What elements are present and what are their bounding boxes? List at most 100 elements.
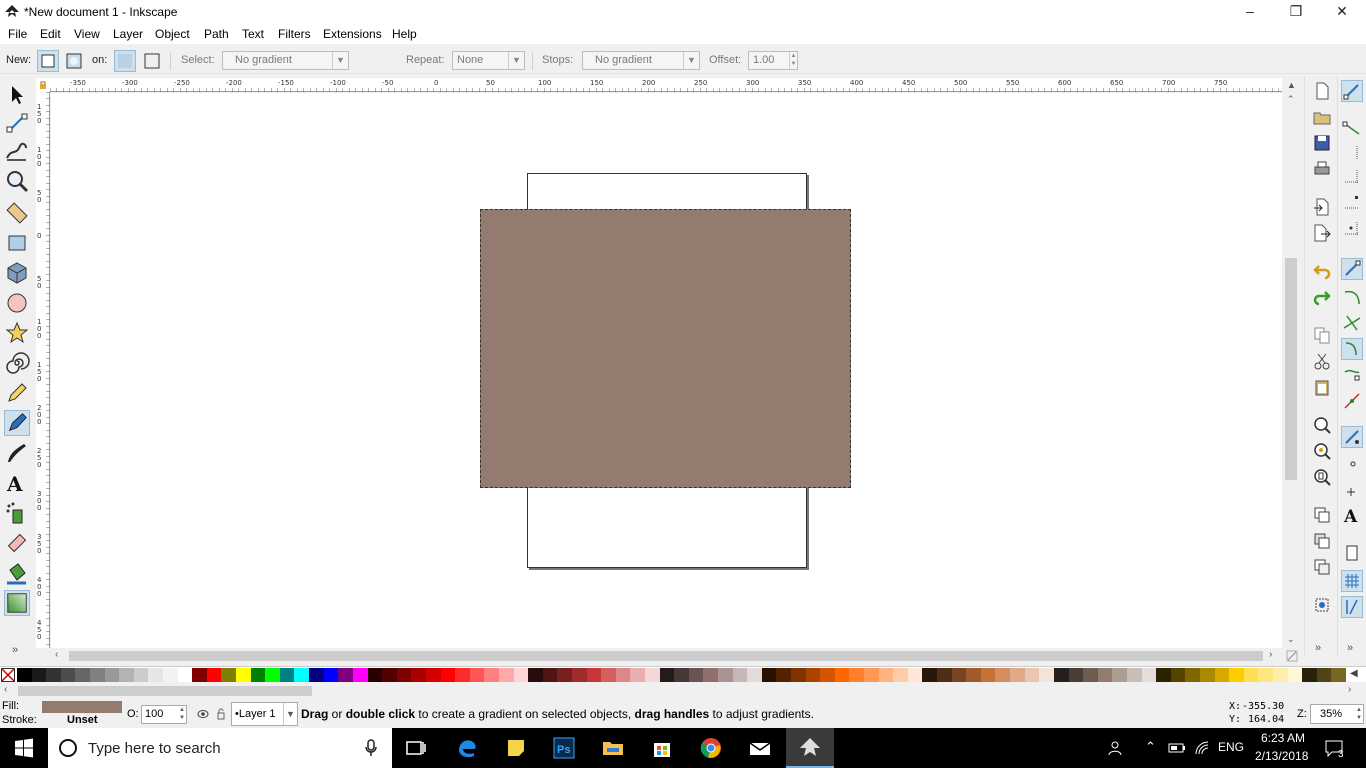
palette-swatch[interactable] bbox=[980, 668, 996, 682]
palette-swatch[interactable] bbox=[31, 668, 47, 682]
palette-swatch[interactable] bbox=[1141, 668, 1157, 682]
palette-swatch[interactable] bbox=[615, 668, 631, 682]
file-explorer-icon[interactable] bbox=[601, 736, 625, 760]
palette-swatch[interactable] bbox=[674, 668, 690, 682]
people-icon[interactable] bbox=[1108, 740, 1126, 756]
snap-path-icon[interactable] bbox=[1341, 286, 1363, 308]
menu-layer[interactable]: Layer bbox=[113, 27, 143, 41]
scrollbar-thumb[interactable] bbox=[1285, 258, 1297, 480]
offset-spinbox[interactable]: 1.00 ▲ ▼ bbox=[748, 51, 798, 70]
redo-icon[interactable] bbox=[1313, 288, 1331, 306]
palette-swatch[interactable] bbox=[265, 668, 281, 682]
star-tool-icon[interactable] bbox=[4, 320, 30, 346]
store-icon[interactable] bbox=[650, 736, 674, 760]
repeat-combo[interactable]: None ▼ bbox=[452, 51, 525, 70]
palette-swatch[interactable] bbox=[1302, 668, 1318, 682]
palette-swatch[interactable] bbox=[1053, 668, 1069, 682]
inkscape-taskbar-button[interactable] bbox=[786, 728, 834, 768]
palette-swatch[interactable] bbox=[75, 668, 91, 682]
snap-others-toggle[interactable] bbox=[1341, 426, 1363, 448]
palette-swatch[interactable] bbox=[966, 668, 982, 682]
spiral-tool-icon[interactable] bbox=[4, 350, 30, 376]
fill-swatch[interactable] bbox=[42, 701, 122, 713]
menu-text[interactable]: Text bbox=[242, 27, 264, 41]
palette-swatch[interactable] bbox=[776, 668, 792, 682]
palette-swatch[interactable] bbox=[279, 668, 295, 682]
palette-swatch[interactable] bbox=[703, 668, 719, 682]
gradient-tool[interactable] bbox=[4, 590, 30, 616]
palette-swatch[interactable] bbox=[206, 668, 222, 682]
palette-swatch[interactable] bbox=[849, 668, 865, 682]
taskbar-search-box[interactable]: Type here to search bbox=[48, 728, 392, 768]
measure-tool-icon[interactable] bbox=[4, 200, 30, 226]
palette-swatch[interactable] bbox=[893, 668, 909, 682]
chevron-up-icon[interactable]: ⌃ bbox=[1145, 739, 1156, 755]
snap-smooth-icon[interactable] bbox=[1341, 364, 1363, 386]
palette-swatch[interactable] bbox=[1156, 668, 1172, 682]
task-view-icon[interactable] bbox=[404, 736, 428, 760]
battery-icon[interactable] bbox=[1168, 742, 1186, 754]
select-gradient-combo[interactable]: No gradient ▼ bbox=[222, 51, 349, 70]
palette-swatch[interactable] bbox=[60, 668, 76, 682]
scroll-up-icon[interactable]: ⌃ bbox=[1287, 94, 1295, 105]
menu-file[interactable]: File bbox=[8, 27, 27, 41]
lock-icon[interactable] bbox=[216, 708, 226, 720]
color-management-icon[interactable] bbox=[1286, 650, 1298, 662]
palette-swatch[interactable] bbox=[1331, 668, 1347, 682]
palette-swatch[interactable] bbox=[46, 668, 62, 682]
lock-guides-icon[interactable] bbox=[38, 80, 48, 90]
pencil-tool-icon[interactable] bbox=[4, 380, 30, 406]
palette-swatch[interactable] bbox=[922, 668, 938, 682]
palette-swatch[interactable] bbox=[119, 668, 135, 682]
palette-swatch[interactable] bbox=[513, 668, 529, 682]
menu-help[interactable]: Help bbox=[392, 27, 417, 41]
zoom-selection-icon[interactable] bbox=[1313, 416, 1331, 434]
unlink-clone-icon[interactable] bbox=[1313, 558, 1331, 576]
eye-icon[interactable] bbox=[197, 709, 209, 719]
group-icon[interactable] bbox=[1313, 596, 1331, 614]
palette-swatch[interactable] bbox=[1083, 668, 1099, 682]
import-icon[interactable] bbox=[1313, 198, 1331, 216]
snap-midpoint-icon[interactable] bbox=[1341, 390, 1363, 412]
menu-extensions[interactable]: Extensions bbox=[323, 27, 382, 41]
scroll-up-icon[interactable]: ▲ bbox=[1287, 80, 1296, 90]
palette-swatch[interactable] bbox=[747, 668, 763, 682]
palette-swatch[interactable] bbox=[1287, 668, 1303, 682]
paste-icon[interactable] bbox=[1313, 378, 1331, 396]
palette-swatch[interactable] bbox=[440, 668, 456, 682]
palette-swatch[interactable] bbox=[484, 668, 500, 682]
palette-swatch[interactable] bbox=[1258, 668, 1274, 682]
snap-toggle[interactable] bbox=[1341, 80, 1363, 102]
palette-swatch[interactable] bbox=[586, 668, 602, 682]
vertical-ruler[interactable]: 150 100 50 0 50 100 150 200 250 300 350 400 450 bbox=[36, 92, 50, 648]
palette-swatch[interactable] bbox=[411, 668, 427, 682]
rectangle-tool-icon[interactable] bbox=[4, 230, 30, 256]
snap-overflow-icon[interactable]: » bbox=[1347, 642, 1353, 654]
palette-swatch[interactable] bbox=[834, 668, 850, 682]
opacity-spinbox[interactable]: 100 ▲ ▼ bbox=[141, 705, 187, 724]
palette-swatch[interactable] bbox=[864, 668, 880, 682]
spray-tool-icon[interactable] bbox=[4, 500, 30, 526]
snap-page-border-icon[interactable] bbox=[1341, 542, 1363, 564]
stops-combo[interactable]: No gradient ▼ bbox=[582, 51, 700, 70]
clock-time[interactable]: 6:23 AM bbox=[1261, 731, 1305, 745]
palette-swatch[interactable] bbox=[382, 668, 398, 682]
palette-swatch[interactable] bbox=[250, 668, 266, 682]
menu-path[interactable]: Path bbox=[204, 27, 229, 41]
clone-icon[interactable] bbox=[1313, 532, 1331, 550]
palette-swatch[interactable] bbox=[571, 668, 587, 682]
palette-swatch[interactable] bbox=[601, 668, 617, 682]
undo-icon[interactable] bbox=[1313, 262, 1331, 280]
menu-filters[interactable]: Filters bbox=[278, 27, 311, 41]
selected-rectangle[interactable] bbox=[480, 209, 851, 488]
menu-view[interactable]: View bbox=[74, 27, 100, 41]
palette-swatch[interactable] bbox=[1199, 668, 1215, 682]
vertical-scrollbar[interactable]: ▲ ⌃ ⌄ bbox=[1282, 78, 1300, 648]
palette-swatch[interactable] bbox=[995, 668, 1011, 682]
snap-cusp-toggle[interactable] bbox=[1341, 338, 1363, 360]
snap-rotation-center-icon[interactable] bbox=[1341, 478, 1363, 500]
palette-swatch[interactable] bbox=[1068, 668, 1084, 682]
palette-swatch[interactable] bbox=[659, 668, 675, 682]
palette-swatch[interactable] bbox=[1112, 668, 1128, 682]
palette-swatch[interactable] bbox=[528, 668, 544, 682]
